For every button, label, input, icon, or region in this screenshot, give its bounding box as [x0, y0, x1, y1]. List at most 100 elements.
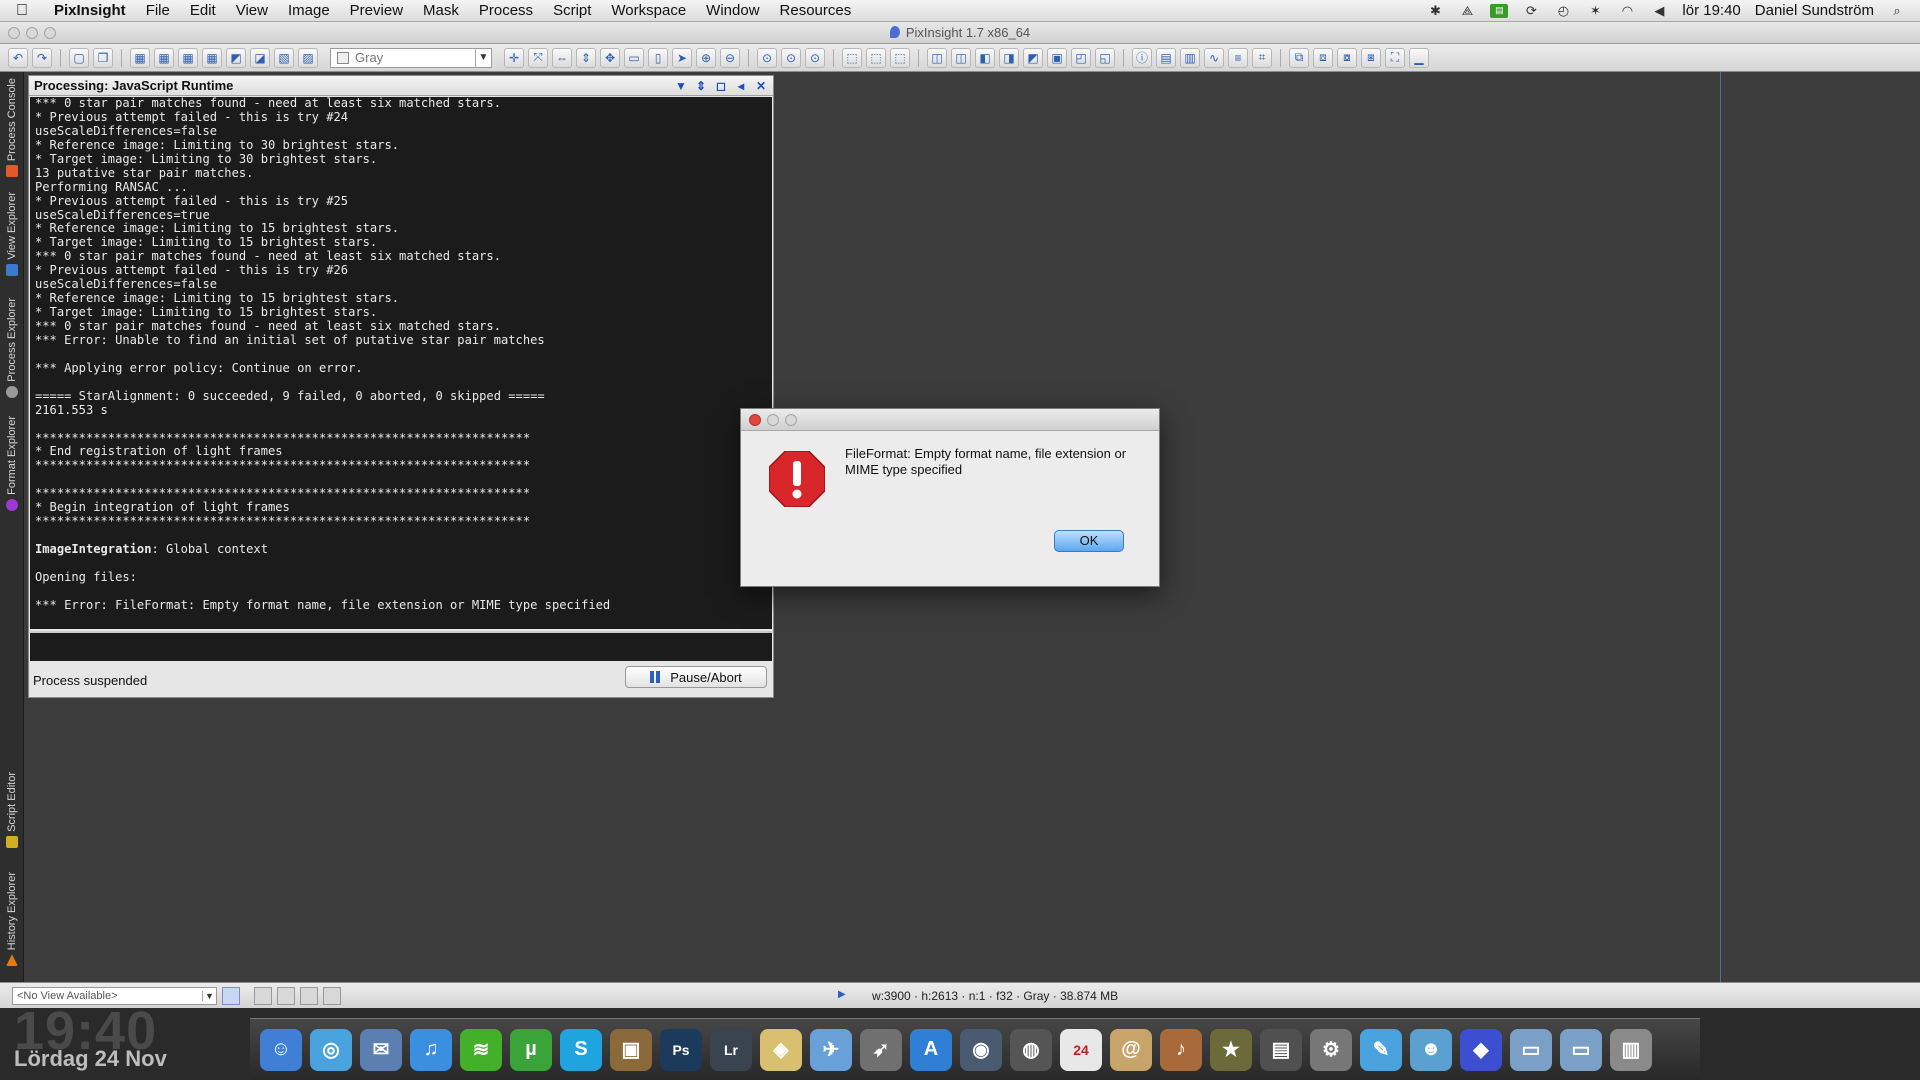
- view-properties-icon[interactable]: [222, 986, 240, 1005]
- maps-icon[interactable]: ◈: [760, 1028, 802, 1071]
- levels-icon[interactable]: ≡: [1228, 47, 1248, 68]
- zoom-out-icon[interactable]: ⊖: [720, 47, 740, 68]
- menu-image[interactable]: Image: [278, 2, 340, 19]
- duplicate-image-icon[interactable]: ❐: [93, 47, 113, 68]
- zoom-dialog-icon[interactable]: [785, 414, 797, 426]
- photoshop-icon[interactable]: Ps: [660, 1028, 702, 1071]
- preview-list-icon[interactable]: ⬚: [890, 47, 910, 68]
- menu-preview[interactable]: Preview: [340, 2, 413, 19]
- close-icon[interactable]: ✕: [755, 79, 767, 93]
- close-dialog-icon[interactable]: [749, 414, 761, 426]
- menu-file[interactable]: File: [136, 2, 180, 19]
- display-mode-4-icon[interactable]: [323, 986, 341, 1005]
- cascade-icon[interactable]: ⧆: [1361, 47, 1381, 68]
- messages-icon[interactable]: ✎: [1360, 1028, 1402, 1071]
- monitor-icon[interactable]: ▤: [1490, 3, 1509, 18]
- color-manage-icon[interactable]: ▨: [298, 47, 318, 68]
- image-info-icon[interactable]: ⓘ: [1132, 47, 1152, 68]
- appstore-icon[interactable]: A: [910, 1028, 952, 1071]
- menu-edit[interactable]: Edit: [180, 2, 226, 19]
- downloads-icon[interactable]: ▭: [1560, 1028, 1602, 1071]
- menu-mask[interactable]: Mask: [413, 2, 469, 19]
- zoom-1-1-icon[interactable]: ⊙: [757, 47, 777, 68]
- safari-icon[interactable]: ◎: [310, 1028, 352, 1071]
- resize-icon[interactable]: ⇕: [695, 79, 707, 93]
- skype-icon[interactable]: S: [560, 1028, 602, 1071]
- preview-mode-icon[interactable]: ▭: [624, 47, 644, 68]
- mask-show-icon[interactable]: ◫: [951, 47, 971, 68]
- curves-icon[interactable]: ∿: [1204, 47, 1224, 68]
- display-mode-1-icon[interactable]: [254, 986, 272, 1005]
- dock-left-icon[interactable]: ◂: [735, 79, 747, 93]
- zoom-fit-icon[interactable]: ⤧: [528, 47, 548, 68]
- crop-icon[interactable]: ⌗: [1252, 47, 1272, 68]
- display-mode-2-icon[interactable]: [277, 986, 295, 1005]
- collapse-icon[interactable]: ▼: [675, 79, 687, 93]
- pointer-icon[interactable]: ➤: [672, 47, 692, 68]
- delete-preview-icon[interactable]: ⬚: [866, 47, 886, 68]
- mask-enable-icon[interactable]: ◨: [999, 47, 1019, 68]
- play-icon[interactable]: ▶: [838, 989, 846, 1000]
- itunes-icon[interactable]: ♫: [410, 1028, 452, 1071]
- tab-history-explorer[interactable]: History Explorer: [1, 872, 23, 967]
- undo-icon[interactable]: ↶: [8, 47, 28, 68]
- display-mode-3-icon[interactable]: [300, 986, 318, 1005]
- minimize-window-icon[interactable]: [26, 27, 38, 39]
- iphoto-icon[interactable]: ▣: [610, 1028, 652, 1071]
- console-command-input[interactable]: [30, 631, 772, 661]
- finder-icon[interactable]: ☺: [260, 1028, 302, 1071]
- menubar-clock[interactable]: lör 19:40: [1682, 2, 1740, 19]
- menu-process[interactable]: Process: [469, 2, 543, 19]
- apple-menu-icon[interactable]: : [0, 2, 44, 20]
- minimize-all-icon[interactable]: ▁: [1409, 47, 1429, 68]
- spotify-icon[interactable]: ≋: [460, 1028, 502, 1071]
- settings-icon[interactable]: ⚙: [1310, 1028, 1352, 1071]
- channel-blue-icon[interactable]: ▦: [202, 47, 222, 68]
- menubar-user[interactable]: Daniel Sundström: [1755, 2, 1874, 19]
- zoom-fit-width-icon[interactable]: ⇔: [552, 47, 572, 68]
- mask-new-icon[interactable]: ◫: [927, 47, 947, 68]
- mail-bird-icon[interactable]: ✈: [810, 1028, 852, 1071]
- channel-red-icon[interactable]: ▦: [154, 47, 174, 68]
- sync-icon[interactable]: ⟳: [1522, 3, 1540, 18]
- menu-view[interactable]: View: [226, 2, 278, 19]
- pan-mode-icon[interactable]: ✥: [600, 47, 620, 68]
- tab-process-console[interactable]: Process Console: [1, 78, 23, 178]
- menu-workspace[interactable]: Workspace: [601, 2, 696, 19]
- channel-chroma-icon[interactable]: ▧: [274, 47, 294, 68]
- utorrent-icon[interactable]: µ: [510, 1028, 552, 1071]
- minimize-dialog-icon[interactable]: [767, 414, 779, 426]
- guitar-icon[interactable]: ♪: [1160, 1028, 1202, 1071]
- readout-mode-icon[interactable]: ✛: [504, 47, 524, 68]
- redo-icon[interactable]: ↷: [32, 47, 52, 68]
- pixinsight-icon[interactable]: ◆: [1460, 1028, 1502, 1071]
- dashboard-icon[interactable]: ▤: [1260, 1028, 1302, 1071]
- trash-icon[interactable]: ▥: [1610, 1028, 1652, 1071]
- speaker-icon[interactable]: ◍: [1010, 1028, 1052, 1071]
- mask-invert-icon[interactable]: ◧: [975, 47, 995, 68]
- menu-app-name[interactable]: PixInsight: [44, 2, 136, 19]
- explorer-icon[interactable]: ⧉: [1289, 47, 1309, 68]
- star-icon[interactable]: ★: [1210, 1028, 1252, 1071]
- stf-auto-icon[interactable]: ◱: [1095, 47, 1115, 68]
- color-space-select[interactable]: Gray ▼: [330, 47, 492, 68]
- calendar-icon[interactable]: 24: [1060, 1028, 1102, 1071]
- close-window-icon[interactable]: [8, 27, 20, 39]
- fullscreen-icon[interactable]: ⛶: [1385, 47, 1405, 68]
- ok-button[interactable]: OK: [1054, 530, 1124, 552]
- zoom-fit-height-icon[interactable]: ⇕: [576, 47, 596, 68]
- spotlight-search-icon[interactable]: ⌕: [1888, 3, 1906, 18]
- mail-icon[interactable]: ✉: [360, 1028, 402, 1071]
- stf-icon[interactable]: ◰: [1071, 47, 1091, 68]
- pause-abort-button[interactable]: Pause/Abort: [625, 666, 767, 688]
- menu-script[interactable]: Script: [543, 2, 601, 19]
- channel-lum-icon[interactable]: ◩: [226, 47, 246, 68]
- workspace-icon[interactable]: ⧈: [1313, 47, 1333, 68]
- statistics-icon[interactable]: ▤: [1156, 47, 1176, 68]
- wifi-icon[interactable]: ◠: [1618, 3, 1636, 18]
- channel-rgb-icon[interactable]: ▦: [130, 47, 150, 68]
- users-icon[interactable]: ☻: [1410, 1028, 1452, 1071]
- maximize-icon[interactable]: ◻: [715, 79, 727, 93]
- tab-format-explorer[interactable]: Format Explorer: [1, 416, 23, 511]
- zoom-1-2-icon[interactable]: ⊙: [805, 47, 825, 68]
